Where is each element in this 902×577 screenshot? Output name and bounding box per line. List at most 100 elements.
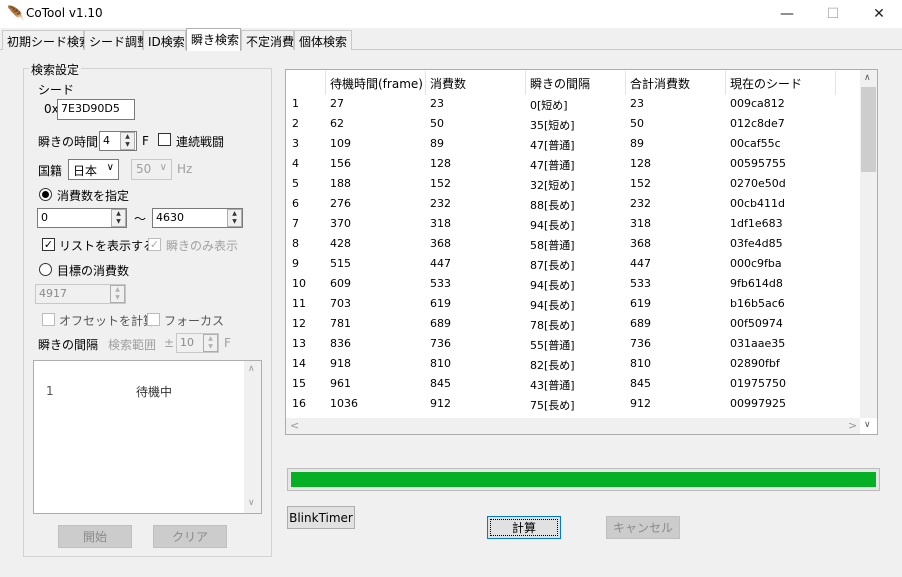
table-row[interactable]: 13 836 736 55[普通] 736 031aae35 (286, 334, 860, 354)
column-header-wait-time[interactable]: 待機時間(frame) (326, 71, 426, 95)
region-value: 日本 (73, 164, 98, 178)
table-cell: 82[長め] (530, 359, 575, 372)
table-cell: 88[長め] (530, 199, 575, 212)
plus-minus-label: ± (164, 336, 175, 350)
show-list-checkbox[interactable]: ✓ (42, 238, 55, 251)
table-cell: 75[長め] (530, 399, 575, 412)
up-arrow-icon[interactable]: ▲ (228, 210, 241, 218)
table-cell: 3 (292, 137, 299, 150)
table-cell: 000c9fba (730, 257, 782, 270)
column-header-total-consumption[interactable]: 合計消費数 (626, 71, 726, 95)
range-to-spinner[interactable]: ▲ ▼ (227, 209, 242, 227)
tab-blink-search[interactable]: 瞬き検索 (186, 28, 241, 51)
progress-bar (287, 468, 880, 491)
table-cell: b16b5ac6 (730, 297, 785, 310)
tab-seed-adjust[interactable]: シード調整 (84, 30, 149, 50)
column-header-consumption[interactable]: 消費数 (426, 71, 526, 95)
table-cell: 23 (430, 97, 444, 110)
table-cell: 1df1e683 (730, 217, 783, 230)
blinktimer-button[interactable]: BlinkTimer (287, 506, 355, 529)
scroll-down-icon[interactable]: ∨ (864, 420, 871, 430)
calculate-button[interactable]: 計算 (487, 516, 561, 539)
column-header-index (286, 71, 326, 95)
table-cell: 533 (430, 277, 451, 290)
scroll-up-icon[interactable]: ∧ (864, 73, 871, 83)
minimize-button[interactable]: — (764, 0, 810, 28)
start-button[interactable]: 開始 (58, 525, 132, 548)
table-cell: 619 (430, 297, 451, 310)
table-row[interactable]: 3 109 89 47[普通] 89 00caf55c (286, 134, 860, 154)
table-cell: 12 (292, 317, 306, 330)
down-arrow-icon[interactable]: ▼ (121, 141, 134, 149)
table-row[interactable]: 9 515 447 87[長め] 447 000c9fba (286, 254, 860, 274)
table-scroll-thumb[interactable] (861, 87, 876, 172)
table-row[interactable]: 7 370 318 94[長め] 318 1df1e683 (286, 214, 860, 234)
up-arrow-icon[interactable]: ▲ (112, 210, 125, 218)
table-cell: 128 (630, 157, 651, 170)
maximize-button[interactable]: ☐ (810, 0, 856, 28)
table-row[interactable]: 10 609 533 94[長め] 533 9fb614d8 (286, 274, 860, 294)
scroll-down-icon[interactable]: ∨ (248, 498, 255, 508)
target-consumption-label: 目標の消費数 (57, 264, 130, 278)
blink-time-spinner[interactable]: ▲ ▼ (120, 132, 135, 150)
blink-time-label: 瞬きの時間 (38, 135, 99, 149)
table-cell: 318 (430, 217, 451, 230)
table-row[interactable]: 12 781 689 78[長め] 689 00f50974 (286, 314, 860, 334)
column-header-current-seed[interactable]: 現在のシード (726, 71, 836, 95)
focus-checkbox (147, 313, 160, 326)
scroll-left-icon[interactable]: < (290, 419, 299, 432)
table-row[interactable]: 4 156 128 47[普通] 128 00595755 (286, 154, 860, 174)
table-row[interactable]: 5 188 152 32[短め] 152 0270e50d (286, 174, 860, 194)
target-consumption-spinner: ▲ ▼ (110, 285, 125, 303)
up-arrow-icon[interactable]: ▲ (121, 133, 134, 141)
table-cell: 533 (630, 277, 651, 290)
table-row[interactable]: 11 703 619 94[長め] 619 b16b5ac6 (286, 294, 860, 314)
range-from-spinner[interactable]: ▲ ▼ (111, 209, 126, 227)
column-header-blink-interval[interactable]: 瞬きの間隔 (526, 71, 626, 95)
target-consumption-radio[interactable] (39, 263, 52, 276)
specify-consumption-radio[interactable] (39, 188, 52, 201)
table-cell: 2 (292, 117, 299, 130)
table-cell: 128 (430, 157, 451, 170)
table-row[interactable]: 15 961 845 43[普通] 845 01975750 (286, 374, 860, 394)
down-arrow-icon[interactable]: ▼ (112, 218, 125, 226)
region-select[interactable]: 日本 ∨ (68, 159, 119, 180)
tab-initial-seed-search[interactable]: 初期シード検索 (2, 30, 91, 50)
table-cell: 55[普通] (530, 339, 575, 352)
table-row[interactable]: 1 27 23 0[短め] 23 009ca812 (286, 94, 860, 114)
table-cell: 845 (630, 377, 651, 390)
tab-id-search[interactable]: ID検索 (143, 30, 186, 50)
down-arrow-icon[interactable]: ▼ (228, 218, 241, 226)
table-row[interactable]: 16 1036 912 75[長め] 912 00997925 (286, 394, 860, 414)
table-row[interactable]: 6 276 232 88[長め] 232 00cb411d (286, 194, 860, 214)
table-cell: 515 (330, 257, 351, 270)
seed-input[interactable]: 7E3D90D5 (57, 99, 135, 120)
table-cell: 23 (630, 97, 644, 110)
table-row[interactable]: 2 62 50 35[短め] 50 012c8de7 (286, 114, 860, 134)
table-cell: 1036 (330, 397, 358, 410)
scroll-right-icon[interactable]: > (848, 419, 857, 432)
table-cell: 912 (630, 397, 651, 410)
table-cell: 318 (630, 217, 651, 230)
cancel-button[interactable]: キャンセル (606, 516, 680, 539)
window-title: CoTool v1.10 (26, 6, 103, 20)
close-button[interactable]: ✕ (856, 0, 902, 28)
continuous-battle-checkbox[interactable] (158, 133, 171, 146)
interval-label: 瞬きの間隔 (38, 338, 99, 352)
listbox-scrollbar[interactable] (244, 361, 261, 513)
table-row[interactable]: 14 918 810 82[長め] 810 02890fbf (286, 354, 860, 374)
scroll-up-icon[interactable]: ∧ (248, 364, 255, 374)
table-cell: 836 (330, 337, 351, 350)
table-cell: 00cb411d (730, 197, 786, 210)
seed-label: シード (38, 83, 75, 97)
table-cell: 13 (292, 337, 306, 350)
clear-button[interactable]: クリア (153, 525, 227, 548)
table-cell: 6 (292, 197, 299, 210)
table-cell: 00997925 (730, 397, 786, 410)
table-horizontal-scrollbar[interactable] (286, 418, 860, 434)
tab-individual-search[interactable]: 個体検索 (294, 30, 352, 50)
table-cell: 276 (330, 197, 351, 210)
table-row[interactable]: 8 428 368 58[普通] 368 03fe4d85 (286, 234, 860, 254)
tab-indefinite-consumption[interactable]: 不定消費 (241, 30, 294, 50)
table-cell: 232 (430, 197, 451, 210)
